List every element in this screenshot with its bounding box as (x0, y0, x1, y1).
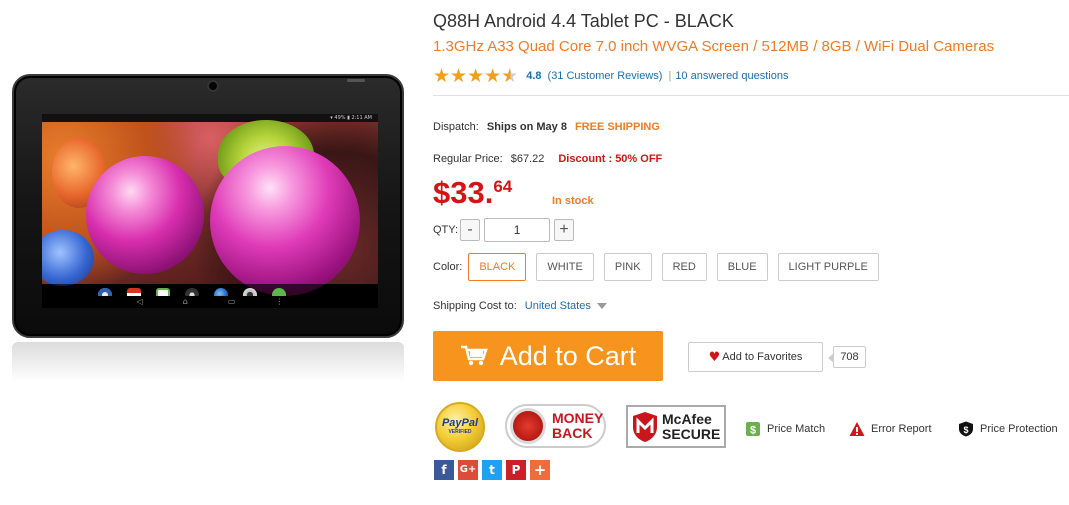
price-protection-link[interactable]: $ Price Protection (958, 421, 1058, 437)
more-share-icon[interactable]: + (530, 460, 550, 480)
error-report-label: Error Report (871, 423, 932, 435)
tablet-screen: ▾ 49% ▮ 2:11 AM ◁ ⌂ ▭ ⋮ (42, 114, 378, 308)
back-icon: ◁ (136, 297, 143, 306)
questions-link[interactable]: 10 answered questions (675, 70, 788, 82)
pinterest-share-icon[interactable]: P (506, 460, 526, 480)
paypal-badge-subtext: VERIFIED (448, 429, 472, 435)
divider (433, 95, 1069, 96)
home-icon: ⌂ (182, 297, 188, 306)
chevron-down-icon[interactable] (596, 303, 607, 309)
shield-dollar-icon: $ (959, 421, 973, 437)
color-option-black[interactable]: BLACK (468, 253, 527, 281)
color-option-white[interactable]: WHITE (536, 253, 594, 281)
money-back-text: MONEY BACK (552, 411, 603, 441)
error-report-link[interactable]: Error Report (849, 421, 932, 437)
add-to-cart-button[interactable]: Add to Cart (433, 331, 663, 381)
color-option-pink[interactable]: PINK (603, 253, 652, 281)
price-main: $33. (433, 175, 494, 210)
paypal-verified-badge: PayPal VERIFIED (435, 402, 485, 452)
rating-stars[interactable]: ★ ★ ★ ★ ★ (433, 65, 519, 87)
wallpaper (42, 120, 378, 296)
regular-price-label: Regular Price: (433, 153, 503, 165)
tablet-reflection (12, 342, 404, 382)
product-subtitle: 1.3GHz A33 Quad Core 7.0 inch WVGA Scree… (433, 38, 995, 55)
mcafee-line2: SECURE (662, 425, 721, 442)
price-match-link[interactable]: $ Price Match (745, 421, 825, 437)
heart-icon: ♥ (708, 349, 721, 365)
twitter-share-icon[interactable]: t (482, 460, 502, 480)
add-to-favorites-button[interactable]: ♥ Add to Favorites (688, 342, 823, 372)
social-share-bar: f G+ t P + (434, 460, 550, 480)
shipping-label: Shipping Cost to: (433, 300, 517, 312)
google-plus-share-icon[interactable]: G+ (458, 460, 478, 480)
cart-icon (460, 345, 488, 366)
price-cents: 64 (493, 177, 513, 196)
color-label: Color: (433, 261, 463, 273)
regular-price-row: Regular Price: $67.22 Discount : 50% OFF (433, 153, 662, 165)
price-match-icon: $ (746, 422, 760, 437)
free-shipping-label: FREE SHIPPING (574, 121, 660, 133)
dispatch-row: Dispatch: Ships on May 8 FREE SHIPPING (433, 121, 660, 133)
half-star-icon: ★ (501, 65, 519, 87)
svg-text:$: $ (963, 425, 968, 435)
quantity-label: QTY: (433, 224, 459, 236)
wallpaper-ball (210, 146, 360, 296)
menu-icon: ⋮ (275, 297, 284, 306)
price-match-label: Price Match (767, 423, 826, 435)
money-back-line2: BACK (552, 425, 593, 441)
quantity-decrease-button[interactable]: - (460, 219, 481, 241)
dispatch-label: Dispatch: (433, 121, 479, 133)
money-back-seal-icon (510, 408, 546, 444)
product-title: Q88H Android 4.4 Tablet PC - BLACK (433, 11, 734, 31)
add-to-favorites-label: Add to Favorites (722, 351, 803, 363)
mcafee-text: McAfee SECURE (662, 410, 721, 442)
mcafee-secure-badge: McAfee SECURE (626, 405, 726, 448)
reviews-link[interactable]: (31 Customer Reviews) (548, 70, 663, 82)
color-option-red[interactable]: RED (661, 253, 707, 281)
mcafee-line1: McAfee (662, 410, 712, 427)
star-icon: ★ (484, 65, 502, 87)
rating-value: 4.8 (526, 70, 542, 82)
wallpaper-ball (86, 156, 204, 274)
recent-apps-icon: ▭ (227, 297, 236, 306)
facebook-share-icon[interactable]: f (434, 460, 454, 480)
discount-label: Discount : 50% OFF (558, 153, 663, 165)
paypal-badge-text: PayPal (441, 417, 479, 429)
money-back-line1: MONEY (552, 410, 604, 426)
shipping-row: Shipping Cost to: United States (433, 300, 607, 312)
sale-price: $33. 64 (433, 176, 512, 210)
regular-price-value: $67.22 (510, 153, 545, 165)
rating-row: ★ ★ ★ ★ ★ 4.8 (31 Customer Reviews) | 10… (433, 65, 788, 87)
quantity-input[interactable]: 1 (484, 218, 551, 242)
ship-date: Ships on May 8 (486, 121, 567, 133)
svg-text:$: $ (750, 425, 756, 437)
mcafee-shield-icon (633, 411, 657, 442)
camera-lens (207, 80, 219, 92)
quantity-row: QTY: - 1 + (433, 218, 575, 242)
color-option-blue[interactable]: BLUE (716, 253, 768, 281)
star-icon: ★ (450, 65, 468, 87)
price-protection-label: Price Protection (980, 423, 1058, 435)
star-icon: ★ (467, 65, 485, 87)
android-nav-bar: ◁ ⌂ ▭ ⋮ (42, 296, 378, 308)
warning-icon (849, 422, 865, 436)
separator: | (668, 70, 672, 82)
android-status-bar: ▾ 49% ▮ 2:11 AM (42, 114, 378, 122)
tablet-slot (347, 79, 365, 82)
favorites-count: 708 (828, 346, 866, 368)
product-image[interactable]: ▾ 49% ▮ 2:11 AM ◁ ⌂ ▭ ⋮ (8, 74, 406, 384)
money-back-badge: MONEY BACK (505, 404, 606, 448)
wallpaper-ball (42, 230, 94, 286)
add-to-cart-label: Add to Cart (499, 340, 637, 371)
quantity-increase-button[interactable]: + (554, 219, 575, 241)
stock-status: In stock (552, 195, 594, 207)
shipping-country-select[interactable]: United States (525, 300, 591, 312)
color-row: Color: BLACK WHITE PINK RED BLUE LIGHT P… (433, 253, 889, 281)
tablet-body: ▾ 49% ▮ 2:11 AM ◁ ⌂ ▭ ⋮ (12, 74, 404, 338)
star-icon: ★ (433, 65, 451, 87)
color-option-light-purple[interactable]: LIGHT PURPLE (777, 253, 879, 281)
